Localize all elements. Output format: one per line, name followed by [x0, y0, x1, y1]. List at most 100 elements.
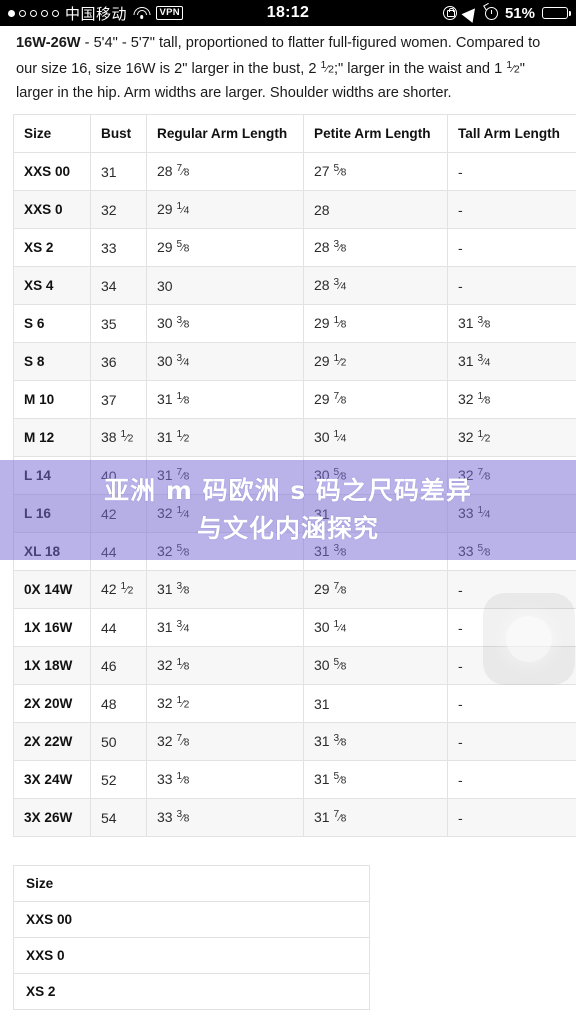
size-table-2-wrapper: Size XXS 00 XXS 0 XS 2 — [0, 865, 576, 1010]
cell-bust: 54 — [90, 798, 147, 837]
cell-tall: 32 7⁄8 — [447, 456, 576, 495]
cell-size: 3X 24W — [13, 760, 91, 799]
cell-size: L 14 — [13, 456, 91, 495]
cell-tall: - — [447, 152, 576, 191]
table-row: XS 2 33 29 5⁄8 28 3⁄8- — [13, 228, 576, 267]
size-description-paragraph: 16W-26W - 5'4" - 5'7" tall, proportioned… — [0, 26, 576, 114]
cell-tall: 32 1⁄2 — [447, 418, 576, 457]
column-header-bust: Bust — [90, 114, 147, 153]
cell-size: 3X 26W — [13, 798, 91, 837]
table-row: XS 4 34 30 28 3⁄4- — [13, 266, 576, 305]
table-row: 1X 18W 46 32 1⁄8 30 5⁄8- — [13, 646, 576, 685]
cell-tall: - — [447, 722, 576, 761]
cell-bust: 44 — [90, 608, 147, 647]
table-header-row: Size Bust Regular Arm Length Petite Arm Len… — [13, 114, 576, 153]
cell-bust: 52 — [90, 760, 147, 799]
cell-petite: 27 5⁄8 — [303, 152, 448, 191]
cell-tall: 33 5⁄8 — [447, 532, 576, 571]
cell-bust: 42 — [90, 494, 147, 533]
cell-petite: 30 5⁄8 — [303, 646, 448, 685]
table-row: XXS 0 32 29 1⁄4 28- — [13, 190, 576, 229]
cell-regular: 32 7⁄8 — [146, 722, 304, 761]
alarm-clock-icon — [484, 6, 498, 20]
cell-size: XXS 00 — [13, 152, 91, 191]
status-bar-left: 中国移动 VPN — [8, 3, 184, 24]
cell-tall: - — [447, 228, 576, 267]
cell-size: XL 18 — [13, 532, 91, 571]
table-row: 3X 24W 52 33 1⁄8 31 5⁄8- — [13, 760, 576, 799]
cell-regular: 30 — [146, 266, 304, 305]
cell-petite: 29 1⁄2 — [303, 342, 448, 381]
status-bar-right: 51% — [442, 3, 571, 23]
table-row: S 6 35 30 3⁄8 29 1⁄8 31 3⁄8 — [13, 304, 576, 343]
column-header-regular-arm-length: Regular Arm Length — [146, 114, 304, 153]
table-row: S 8 36 30 3⁄4 29 1⁄2 31 3⁄4 — [13, 342, 576, 381]
table-row: L 16 42 32 1⁄4 31 33 1⁄4 — [13, 494, 576, 533]
carrier-label: 中国移动 — [65, 5, 128, 23]
cell-regular: 31 7⁄8 — [146, 456, 304, 495]
cell-regular: 30 3⁄4 — [146, 342, 304, 381]
fraction-one-half-b: 1⁄2 — [506, 58, 520, 76]
cell-petite: 29 7⁄8 — [303, 570, 448, 609]
table-row: XXS 0 — [13, 937, 370, 974]
cell-regular: 29 1⁄4 — [146, 190, 304, 229]
cell-bust: 50 — [90, 722, 147, 761]
cell-tall: - — [447, 190, 576, 229]
cell-petite: 28 3⁄4 — [303, 266, 448, 305]
table-row: 2X 20W 48 32 1⁄2 31- — [13, 684, 576, 723]
cell-regular: 31 3⁄8 — [146, 570, 304, 609]
cell-bust: 46 — [90, 646, 147, 685]
cell-regular: 31 1⁄8 — [146, 380, 304, 419]
table-row: XXS 00 — [13, 901, 370, 938]
cell-bust: 32 — [90, 190, 147, 229]
cell-tall: 31 3⁄8 — [447, 304, 576, 343]
cell-regular: 33 3⁄8 — [146, 798, 304, 837]
cell-petite: 30 1⁄4 — [303, 608, 448, 647]
cell-tall: - — [447, 646, 576, 685]
cell-tall: 31 3⁄4 — [447, 342, 576, 381]
cell-size: XXS 00 — [13, 901, 370, 938]
cell-size: S 6 — [13, 304, 91, 343]
cell-size: 0X 14W — [13, 570, 91, 609]
cell-petite: 31 — [303, 494, 448, 533]
cell-bust: 42 1⁄2 — [90, 570, 147, 609]
cell-bust: 31 — [90, 152, 147, 191]
cell-bust: 37 — [90, 380, 147, 419]
signal-strength-dots — [8, 9, 59, 17]
wifi-icon — [133, 6, 151, 20]
cell-size: M 12 — [13, 418, 91, 457]
cell-tall: - — [447, 266, 576, 305]
table-row: 3X 26W 54 33 3⁄8 31 7⁄8- — [13, 798, 576, 837]
size-chart-table-secondary: Size XXS 00 XXS 0 XS 2 — [13, 865, 370, 1010]
cell-petite: 29 7⁄8 — [303, 380, 448, 419]
cell-regular: 32 1⁄4 — [146, 494, 304, 533]
table-row: XXS 00 31 28 7⁄8 27 5⁄8- — [13, 152, 576, 191]
cell-tall: - — [447, 570, 576, 609]
cell-bust: 34 — [90, 266, 147, 305]
status-bar: 中国移动 VPN 18:12 51% — [0, 0, 576, 26]
cell-regular: 32 1⁄8 — [146, 646, 304, 685]
cell-petite: 31 3⁄8 — [303, 532, 448, 571]
table-row: 0X 14W 42 1⁄2 31 3⁄8 29 7⁄8- — [13, 570, 576, 609]
cell-size: XXS 0 — [13, 190, 91, 229]
cell-petite: 31 3⁄8 — [303, 722, 448, 761]
rotation-lock-icon — [442, 6, 457, 20]
cell-petite: 31 5⁄8 — [303, 760, 448, 799]
cell-size: S 8 — [13, 342, 91, 381]
column-header-size: Size — [13, 865, 370, 902]
cell-bust: 40 — [90, 456, 147, 495]
cell-regular: 31 3⁄4 — [146, 608, 304, 647]
cell-regular: 31 1⁄2 — [146, 418, 304, 457]
cell-petite: 29 1⁄8 — [303, 304, 448, 343]
table-row: L 14 40 31 7⁄8 30 5⁄8 32 7⁄8 — [13, 456, 576, 495]
table-row: 1X 16W 44 31 3⁄4 30 1⁄4- — [13, 608, 576, 647]
cell-bust: 33 — [90, 228, 147, 267]
table-row: 2X 22W 50 32 7⁄8 31 3⁄8- — [13, 722, 576, 761]
cell-size: 1X 18W — [13, 646, 91, 685]
size-table-wrapper: Size Bust Regular Arm Length Petite Arm Len… — [0, 114, 576, 837]
cell-tall: - — [447, 760, 576, 799]
column-header-size: Size — [13, 114, 91, 153]
cell-regular: 28 7⁄8 — [146, 152, 304, 191]
cell-size: L 16 — [13, 494, 91, 533]
table-row: M 10 37 31 1⁄8 29 7⁄8 32 1⁄8 — [13, 380, 576, 419]
